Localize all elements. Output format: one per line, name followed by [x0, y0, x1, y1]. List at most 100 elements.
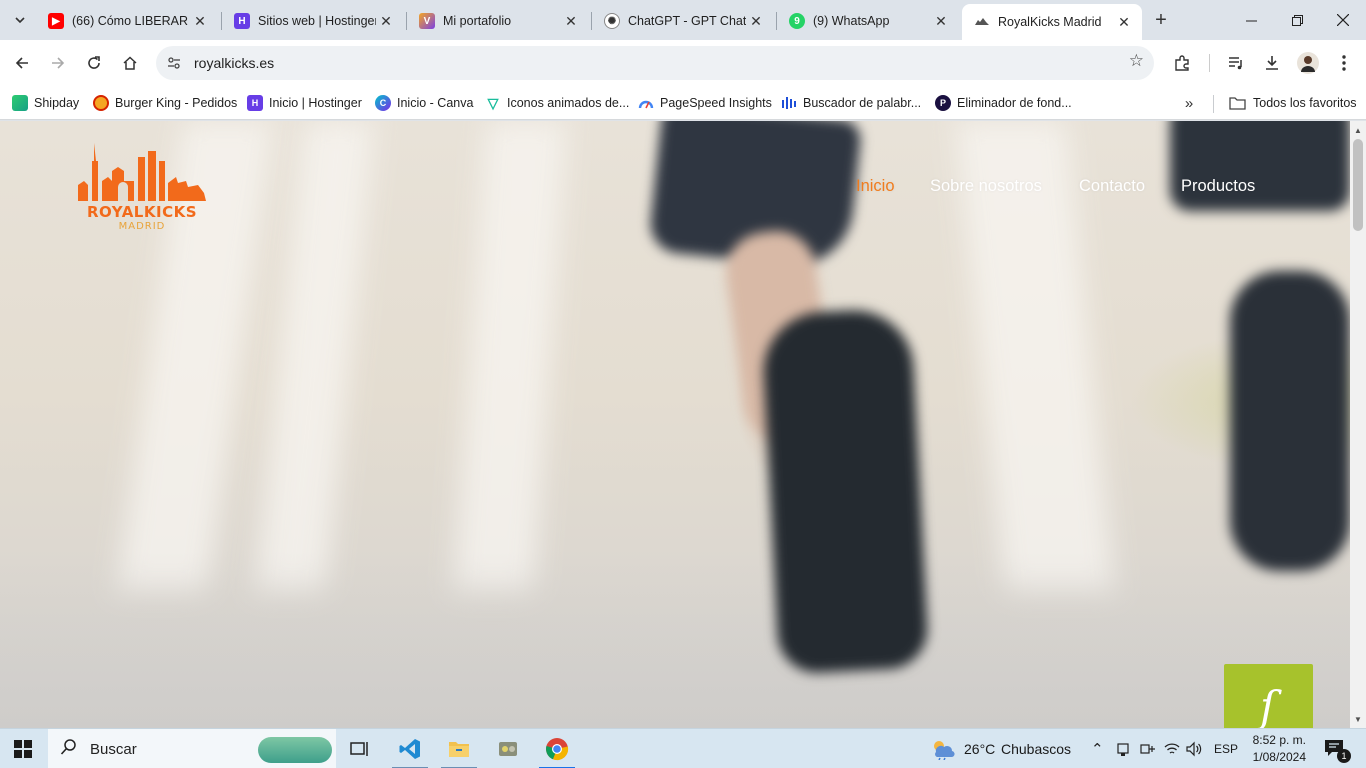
network-icon[interactable]: [1140, 742, 1156, 756]
chat-widget-logo-icon: ſ: [1260, 682, 1276, 728]
more-bookmarks-button[interactable]: »: [1178, 92, 1200, 114]
system-clock[interactable]: 8:52 p. m. 1/08/2024: [1242, 732, 1306, 766]
scroll-up-arrow-icon[interactable]: ▲: [1350, 123, 1366, 137]
bookmark-star-icon[interactable]: ☆: [1129, 51, 1144, 71]
folder-icon: [1229, 97, 1246, 110]
pagespeed-icon: [638, 95, 654, 111]
site-info-icon[interactable]: [160, 49, 188, 77]
bookmark-animated-icons[interactable]: ▽ Iconos animados de...: [485, 92, 629, 114]
download-icon: [1266, 56, 1278, 70]
bookmark-pagespeed[interactable]: PageSpeed Insights: [638, 92, 772, 114]
restore-icon: [1291, 14, 1303, 26]
close-tab-icon[interactable]: ✕: [561, 11, 581, 31]
background-remover-icon: P: [935, 95, 951, 111]
new-tab-button[interactable]: +: [1149, 8, 1173, 32]
page-scrollbar[interactable]: ▲ ▼: [1350, 121, 1366, 728]
close-window-button[interactable]: [1320, 0, 1366, 40]
double-chevron-right-icon: »: [1184, 94, 1194, 112]
keyword-search-icon: [781, 95, 797, 111]
arrow-left-icon: [15, 57, 28, 69]
chat-widget-button[interactable]: ſ: [1224, 664, 1313, 728]
windows-start-icon[interactable]: [14, 740, 32, 758]
tab-chatgpt[interactable]: ✺ ChatGPT - GPT Chat ✕: [592, 6, 774, 36]
nav-productos[interactable]: Productos: [1181, 177, 1255, 196]
vscode-icon: [399, 739, 420, 759]
minimize-button[interactable]: [1228, 0, 1274, 40]
close-tab-icon[interactable]: ✕: [376, 11, 396, 31]
bookmark-background-remover[interactable]: P Eliminador de fond...: [935, 92, 1072, 114]
nav-sobre-nosotros[interactable]: Sobre nosotros: [930, 177, 1042, 196]
url-text[interactable]: royalkicks.es: [194, 55, 274, 71]
chrome-icon: [546, 738, 569, 761]
nav-inicio[interactable]: Inicio: [856, 177, 895, 196]
puzzle-icon: [1175, 55, 1189, 71]
tab-hostinger[interactable]: H Sitios web | Hostinger ✕: [222, 6, 404, 36]
scrollbar-thumb[interactable]: [1353, 139, 1363, 231]
weather-description[interactable]: Chubascos: [1001, 741, 1071, 757]
notification-center-button[interactable]: 1: [1324, 739, 1351, 763]
downloads-button[interactable]: [1256, 47, 1288, 79]
tab-whatsapp[interactable]: 9 (9) WhatsApp ✕: [777, 6, 959, 36]
whatsapp-icon: 9: [789, 13, 805, 29]
home-icon: [123, 56, 137, 70]
weather-temperature[interactable]: 26°C: [964, 741, 995, 757]
animated-icons-icon: ▽: [485, 95, 501, 111]
close-tab-icon[interactable]: ✕: [931, 11, 951, 31]
bookmarks-separator: [1213, 95, 1214, 113]
back-button[interactable]: [6, 47, 38, 79]
restore-button[interactable]: [1274, 0, 1320, 40]
scroll-down-arrow-icon[interactable]: ▼: [1350, 712, 1366, 726]
hostinger-icon: H: [234, 13, 250, 29]
avatar: [1297, 52, 1319, 74]
windows-taskbar: Buscar 26°C Chubascos ⌃ ESP 8:52 p. m. 1…: [0, 728, 1366, 768]
profile-button[interactable]: [1292, 47, 1324, 79]
bookmark-hostinger[interactable]: H Inicio | Hostinger: [247, 92, 362, 114]
language-indicator[interactable]: ESP: [1214, 742, 1238, 756]
canva-icon: C: [375, 95, 391, 111]
taskbar-file-explorer[interactable]: [437, 729, 481, 768]
wifi-icon[interactable]: [1164, 742, 1180, 756]
tab-portfolio[interactable]: V Mi portafolio ✕: [407, 6, 589, 36]
second-figure-leg-shape: [1230, 271, 1350, 571]
close-tab-icon[interactable]: ✕: [190, 11, 210, 31]
media-control-button[interactable]: [1220, 47, 1252, 79]
plus-icon: +: [1155, 8, 1167, 31]
close-tab-icon[interactable]: ✕: [746, 11, 766, 31]
tab-search-button[interactable]: [8, 8, 32, 32]
task-view-button[interactable]: [338, 729, 382, 768]
chevron-up-icon[interactable]: ⌃: [1091, 740, 1104, 758]
home-button[interactable]: [114, 47, 146, 79]
bookmark-burger-king[interactable]: Burger King - Pedidos: [93, 92, 237, 114]
taskbar-app-gear[interactable]: [486, 729, 530, 768]
forward-button[interactable]: [42, 47, 74, 79]
hostinger-icon: H: [247, 95, 263, 111]
logo-wordmark: ROYALKICKS: [87, 203, 197, 221]
folder-icon: [449, 742, 469, 757]
sneaker-shape: [760, 307, 930, 675]
meet-now-icon[interactable]: [1116, 741, 1130, 757]
search-icon: [60, 738, 78, 761]
address-bar[interactable]: royalkicks.es ☆: [156, 46, 1154, 80]
menu-button[interactable]: [1328, 47, 1360, 79]
kebab-menu-icon: [1342, 55, 1346, 71]
bookmark-canva[interactable]: C Inicio - Canva: [375, 92, 473, 114]
bookmarks-bar: Shipday Burger King - Pedidos H Inicio |…: [0, 86, 1366, 120]
nav-contacto[interactable]: Contacto: [1079, 177, 1145, 196]
tab-youtube[interactable]: ▶ (66) Cómo LIBERAR M ✕: [36, 6, 218, 36]
close-tab-icon[interactable]: ✕: [1114, 12, 1134, 32]
close-icon: [1337, 14, 1349, 26]
reload-icon: [88, 56, 100, 69]
bookmark-shipday[interactable]: Shipday: [12, 92, 79, 114]
royalkicks-logo[interactable]: ROYALKICKS MADRID: [74, 141, 210, 237]
taskbar-chrome[interactable]: [535, 729, 579, 768]
background-pillar: [255, 121, 375, 591]
extensions-button[interactable]: [1166, 47, 1198, 79]
bookmark-keyword-search[interactable]: Buscador de palabr...: [781, 92, 921, 114]
hero-video-section: ROYALKICKS MADRID Inicio Sobre nosotros …: [0, 121, 1350, 728]
taskbar-search-box[interactable]: Buscar: [48, 729, 336, 768]
tab-royalkicks[interactable]: RoyalKicks Madrid ✕: [962, 4, 1142, 40]
taskbar-vscode[interactable]: [388, 729, 432, 768]
all-bookmarks-button[interactable]: Todos los favoritos: [1229, 92, 1357, 114]
volume-icon[interactable]: [1186, 741, 1202, 757]
reload-button[interactable]: [78, 47, 110, 79]
